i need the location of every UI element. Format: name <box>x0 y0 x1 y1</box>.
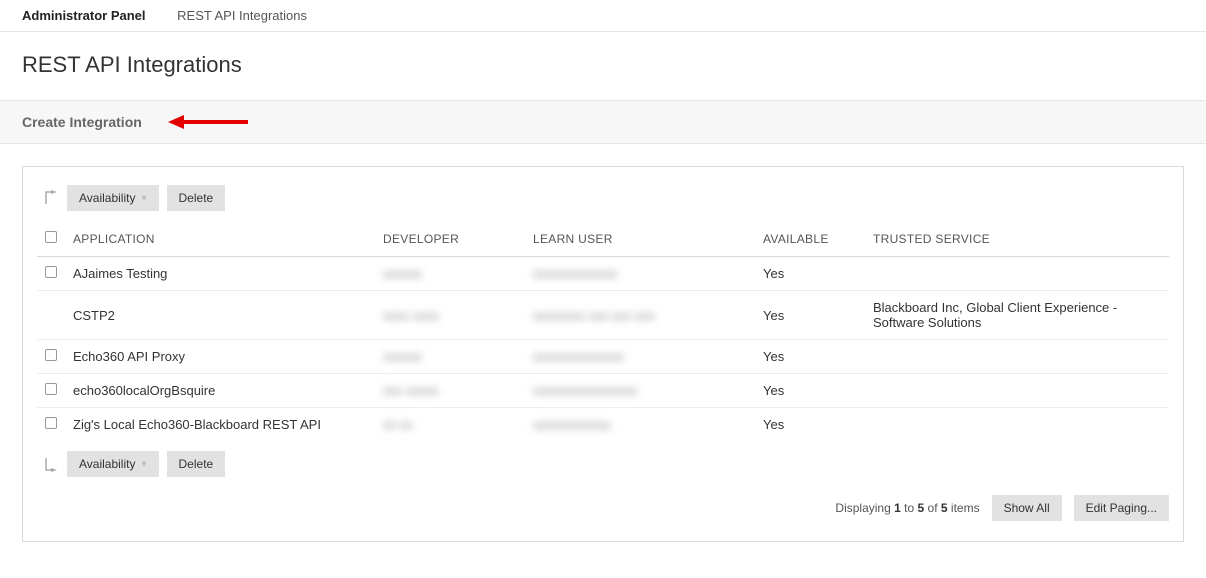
create-integration-link[interactable]: Create Integration <box>22 114 142 130</box>
row-checkbox[interactable] <box>45 417 57 429</box>
delete-button-label: Delete <box>179 457 214 471</box>
cell-application[interactable]: CSTP2 <box>65 291 375 340</box>
table-row: CSTP2xxxx xxxxxxxxxxxx xxx xxx xxxYesBla… <box>37 291 1169 340</box>
footer-row: Displaying 1 to 5 of 5 items Show All Ed… <box>37 495 1169 521</box>
cell-available: Yes <box>755 291 865 340</box>
row-checkbox[interactable] <box>45 349 57 361</box>
breadcrumb-page: REST API Integrations <box>177 8 307 23</box>
select-all-checkbox[interactable] <box>45 231 57 243</box>
content-panel: Availability ▾ Delete APPLICATION DEVELO… <box>22 166 1184 542</box>
cell-developer: xxxxxx <box>375 257 525 291</box>
integrations-table: APPLICATION DEVELOPER LEARN USER AVAILAB… <box>37 219 1169 441</box>
cell-trusted: Blackboard Inc, Global Client Experience… <box>865 291 1169 340</box>
action-row-bottom: Availability ▾ Delete <box>43 451 1169 477</box>
cell-learn-user: xxxxxxxxxxxxxxxx <box>525 374 755 408</box>
cell-trusted <box>865 408 1169 442</box>
chevron-down-icon: ▾ <box>141 459 146 470</box>
cell-available: Yes <box>755 257 865 291</box>
action-row-top: Availability ▾ Delete <box>43 185 1169 211</box>
cell-application[interactable]: Zig's Local Echo360-Blackboard REST API <box>65 408 375 442</box>
col-application[interactable]: APPLICATION <box>65 219 375 257</box>
show-all-button[interactable]: Show All <box>992 495 1062 521</box>
cell-learn-user: xxxxxxxxxxxx <box>525 408 755 442</box>
chevron-down-icon: ▾ <box>141 193 146 204</box>
edit-paging-button[interactable]: Edit Paging... <box>1074 495 1169 521</box>
table-row: echo360localOrgBsquirexxx xxxxxxxxxxxxxx… <box>37 374 1169 408</box>
col-developer[interactable]: DEVELOPER <box>375 219 525 257</box>
availability-button-label: Availability <box>79 191 135 205</box>
cell-application[interactable]: echo360localOrgBsquire <box>65 374 375 408</box>
availability-button-top[interactable]: Availability ▾ <box>67 185 159 211</box>
cell-application[interactable]: Echo360 API Proxy <box>65 340 375 374</box>
row-checkbox[interactable] <box>45 266 57 278</box>
cell-available: Yes <box>755 374 865 408</box>
delete-button-bottom[interactable]: Delete <box>167 451 226 477</box>
table-row: AJaimes TestingxxxxxxxxxxxxxxxxxxxYes <box>37 257 1169 291</box>
select-up-arrow-icon <box>43 190 57 206</box>
breadcrumb: Administrator Panel REST API Integration… <box>0 0 1206 32</box>
availability-button-label: Availability <box>79 457 135 471</box>
pagination-text: Displaying 1 to 5 of 5 items <box>835 501 979 515</box>
table-row: Echo360 API ProxyxxxxxxxxxxxxxxxxxxxxYes <box>37 340 1169 374</box>
cell-developer: xxx xxxxx <box>375 374 525 408</box>
cell-available: Yes <box>755 340 865 374</box>
page-title: REST API Integrations <box>22 52 1184 78</box>
delete-button-top[interactable]: Delete <box>167 185 226 211</box>
table-row: Zig's Local Echo360-Blackboard REST APIx… <box>37 408 1169 442</box>
cell-developer: xx xx <box>375 408 525 442</box>
cell-developer: xxxxxx <box>375 340 525 374</box>
select-down-arrow-icon <box>43 456 57 472</box>
cell-available: Yes <box>755 408 865 442</box>
page-title-bar: REST API Integrations <box>0 32 1206 101</box>
cell-trusted <box>865 257 1169 291</box>
cell-trusted <box>865 340 1169 374</box>
delete-button-label: Delete <box>179 191 214 205</box>
breadcrumb-admin[interactable]: Administrator Panel <box>22 8 146 23</box>
col-trusted[interactable]: TRUSTED SERVICE <box>865 219 1169 257</box>
arrow-annotation-icon <box>168 113 248 131</box>
cell-learn-user: xxxxxxxx xxx xxx xxx <box>525 291 755 340</box>
cell-trusted <box>865 374 1169 408</box>
create-bar: Create Integration <box>0 101 1206 144</box>
cell-application[interactable]: AJaimes Testing <box>65 257 375 291</box>
cell-learn-user: xxxxxxxxxxxxx <box>525 257 755 291</box>
cell-developer: xxxx xxxx <box>375 291 525 340</box>
col-learn-user[interactable]: LEARN USER <box>525 219 755 257</box>
col-available[interactable]: AVAILABLE <box>755 219 865 257</box>
cell-learn-user: xxxxxxxxxxxxxx <box>525 340 755 374</box>
row-checkbox[interactable] <box>45 383 57 395</box>
availability-button-bottom[interactable]: Availability ▾ <box>67 451 159 477</box>
